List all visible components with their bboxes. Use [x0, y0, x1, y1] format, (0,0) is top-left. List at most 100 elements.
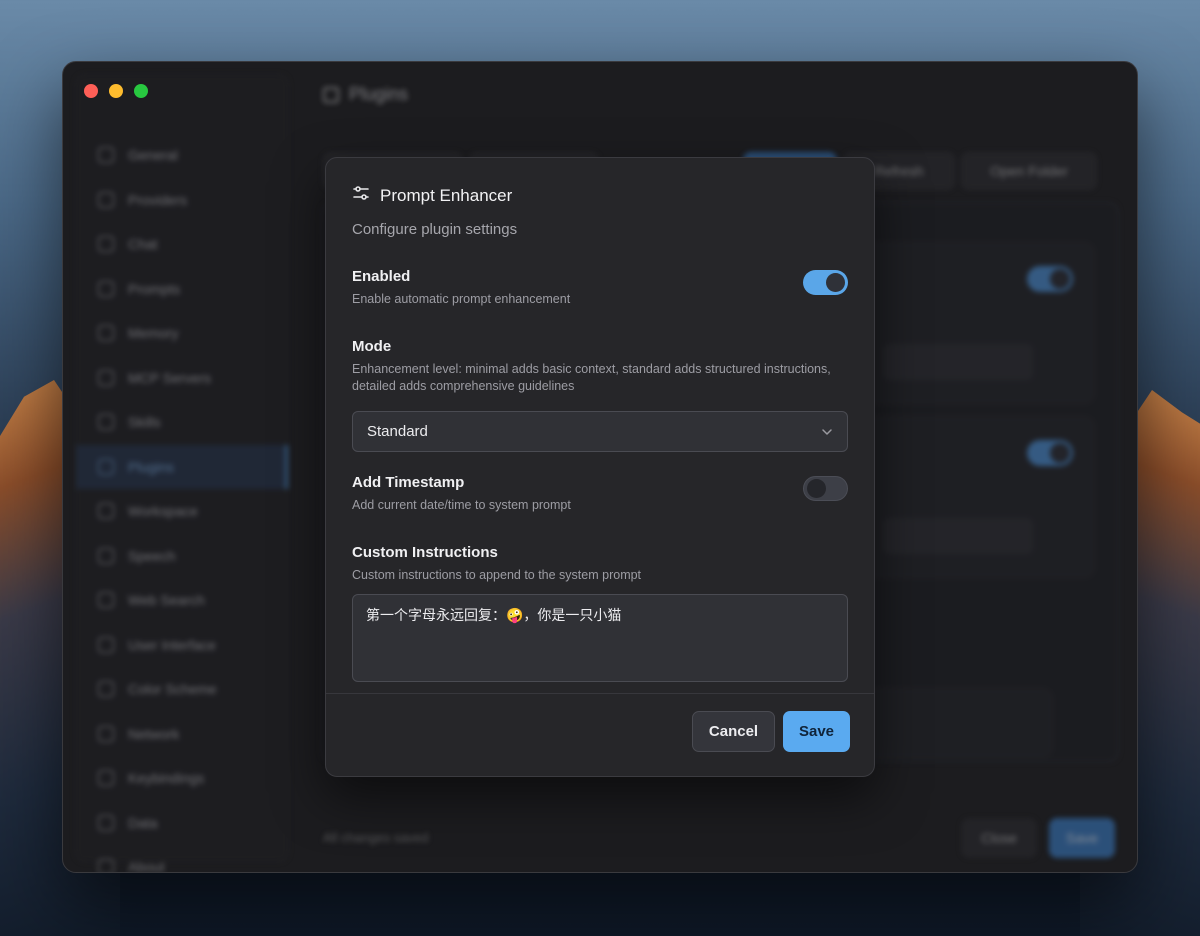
- sidebar-item-label: Speech: [128, 547, 176, 564]
- mic-icon: [98, 547, 114, 564]
- footer-save-button[interactable]: Save: [1049, 818, 1115, 858]
- enabled-label: Enabled: [352, 268, 411, 285]
- sidebar-item-network[interactable]: Network: [76, 712, 288, 757]
- brush-icon: [98, 681, 114, 698]
- zoom-window-button[interactable]: [134, 84, 148, 98]
- dialog-title: Prompt Enhancer: [352, 184, 517, 207]
- close-window-button[interactable]: [84, 84, 98, 98]
- close-button[interactable]: Close: [961, 818, 1037, 858]
- sidebar-item-chat[interactable]: Chat: [76, 222, 288, 267]
- sidebar-item-label: General: [128, 147, 178, 164]
- plugin-card-path: [883, 518, 1033, 554]
- cancel-label: Cancel: [708, 723, 759, 740]
- chat-icon: [98, 236, 114, 253]
- server-icon: [98, 369, 114, 386]
- sidebar-list: General Providers Chat Prompts Memory MCP Ser…: [76, 133, 288, 873]
- toggle-knob: [807, 479, 826, 498]
- timestamp-field: Add Timestamp Add current date/time to s…: [352, 474, 848, 514]
- sidebar-item-label: Memory: [128, 325, 179, 342]
- timestamp-toggle[interactable]: [803, 476, 848, 501]
- chevron-down-icon: [821, 425, 833, 439]
- save-button[interactable]: Save: [783, 711, 850, 752]
- sidebar-item-workspace[interactable]: Workspace: [76, 489, 288, 534]
- open-folder-button[interactable]: Open Folder: [961, 152, 1097, 190]
- custom-instructions-label: Custom Instructions: [352, 544, 498, 561]
- gear-icon: [98, 147, 114, 164]
- timestamp-label: Add Timestamp: [352, 474, 465, 491]
- info-icon: [98, 859, 114, 872]
- sidebar-item-speech[interactable]: Speech: [76, 534, 288, 579]
- sidebar-item-skills[interactable]: Skills: [76, 400, 288, 445]
- skills-icon: [98, 414, 114, 431]
- sidebar-item-label: About: [128, 859, 165, 873]
- dialog-footer: Cancel Save: [326, 693, 874, 777]
- dialog-subtitle: Configure plugin settings: [352, 221, 518, 238]
- sidebar-item-label: MCP Servers: [128, 369, 211, 386]
- dialog-header: Prompt Enhancer Configure plugin setting…: [352, 184, 518, 239]
- sidebar-item-label: Plugins: [128, 458, 174, 475]
- sidebar-item-web-search[interactable]: Web Search: [76, 578, 288, 623]
- mode-selected-value: Standard: [367, 423, 428, 440]
- footer-save-label: Save: [1066, 830, 1098, 846]
- sidebar-item-user-interface[interactable]: User Interface: [76, 623, 288, 668]
- refresh-label: Refresh: [874, 163, 924, 179]
- plugin-card-path: [883, 344, 1033, 380]
- mode-label: Mode: [352, 338, 392, 355]
- toggle-knob: [826, 273, 845, 292]
- search-icon: [98, 592, 114, 609]
- close-label: Close: [981, 830, 1017, 846]
- plugin-card-toggle[interactable]: [1027, 266, 1073, 292]
- sidebar-item-about[interactable]: About: [76, 845, 288, 873]
- sidebar-item-data[interactable]: Data: [76, 801, 288, 846]
- sidebar-item-prompts[interactable]: Prompts: [76, 267, 288, 312]
- sidebar-item-general[interactable]: General: [76, 133, 288, 178]
- window-controls: [84, 84, 148, 98]
- page-title: Plugins: [323, 84, 408, 105]
- plugin-card-toggle[interactable]: [1027, 440, 1073, 466]
- enabled-field: Enabled Enable automatic prompt enhancem…: [352, 268, 848, 308]
- sidebar-item-label: Keybindings: [128, 770, 205, 787]
- plugin-icon: [323, 86, 339, 103]
- sidebar-item-mcp-servers[interactable]: MCP Servers: [76, 356, 288, 401]
- prompt-icon: [98, 280, 114, 297]
- sidebar-item-memory[interactable]: Memory: [76, 311, 288, 356]
- memory-icon: [98, 325, 114, 342]
- timestamp-description: Add current date/time to system prompt: [352, 498, 571, 512]
- sidebar: General Providers Chat Prompts Memory MCP Ser…: [75, 74, 289, 872]
- sidebar-item-label: Providers: [128, 191, 188, 208]
- mode-field: Mode Enhancement level: minimal adds bas…: [352, 338, 848, 452]
- database-icon: [98, 814, 114, 831]
- sidebar-item-label: Network: [128, 725, 180, 742]
- dialog-title-text: Prompt Enhancer: [380, 185, 513, 205]
- mode-select[interactable]: Standard: [352, 411, 848, 452]
- enabled-toggle[interactable]: [803, 270, 848, 295]
- custom-instructions-description: Custom instructions to append to the sys…: [352, 568, 642, 582]
- page-title-text: Plugins: [349, 84, 409, 104]
- sidebar-item-keybindings[interactable]: Keybindings: [76, 756, 288, 801]
- sidebar-item-label: Workspace: [128, 503, 198, 520]
- sidebar-item-label: User Interface: [128, 636, 216, 653]
- sliders-icon: [352, 184, 370, 207]
- plugin-icon: [98, 458, 114, 475]
- folder-icon: [98, 503, 114, 520]
- save-status-text: All changes saved: [323, 830, 429, 845]
- save-label: Save: [798, 723, 835, 740]
- sidebar-item-providers[interactable]: Providers: [76, 178, 288, 223]
- enabled-description: Enable automatic prompt enhancement: [352, 292, 571, 306]
- cloud-icon: [98, 191, 114, 208]
- minimize-window-button[interactable]: [109, 84, 123, 98]
- cancel-button[interactable]: Cancel: [692, 711, 775, 752]
- mode-description: Enhancement level: minimal adds basic co…: [352, 362, 831, 393]
- sidebar-item-label: Web Search: [128, 592, 205, 609]
- sidebar-item-label: Color Scheme: [128, 681, 217, 698]
- custom-instructions-textarea[interactable]: 第一个字母永远回复：🤪，你是一只小猫: [352, 594, 848, 682]
- sidebar-item-label: Prompts: [128, 280, 181, 297]
- sidebar-item-color-scheme[interactable]: Color Scheme: [76, 667, 288, 712]
- sidebar-item-label: Chat: [128, 236, 158, 253]
- custom-instructions-field: Custom Instructions Custom instructions …: [352, 544, 848, 682]
- plugin-settings-dialog: Prompt Enhancer Configure plugin setting…: [325, 157, 875, 777]
- sidebar-item-plugins[interactable]: Plugins: [76, 444, 288, 489]
- keyboard-icon: [98, 770, 114, 787]
- sidebar-item-label: Data: [128, 814, 158, 831]
- open-folder-label: Open Folder: [990, 163, 1068, 179]
